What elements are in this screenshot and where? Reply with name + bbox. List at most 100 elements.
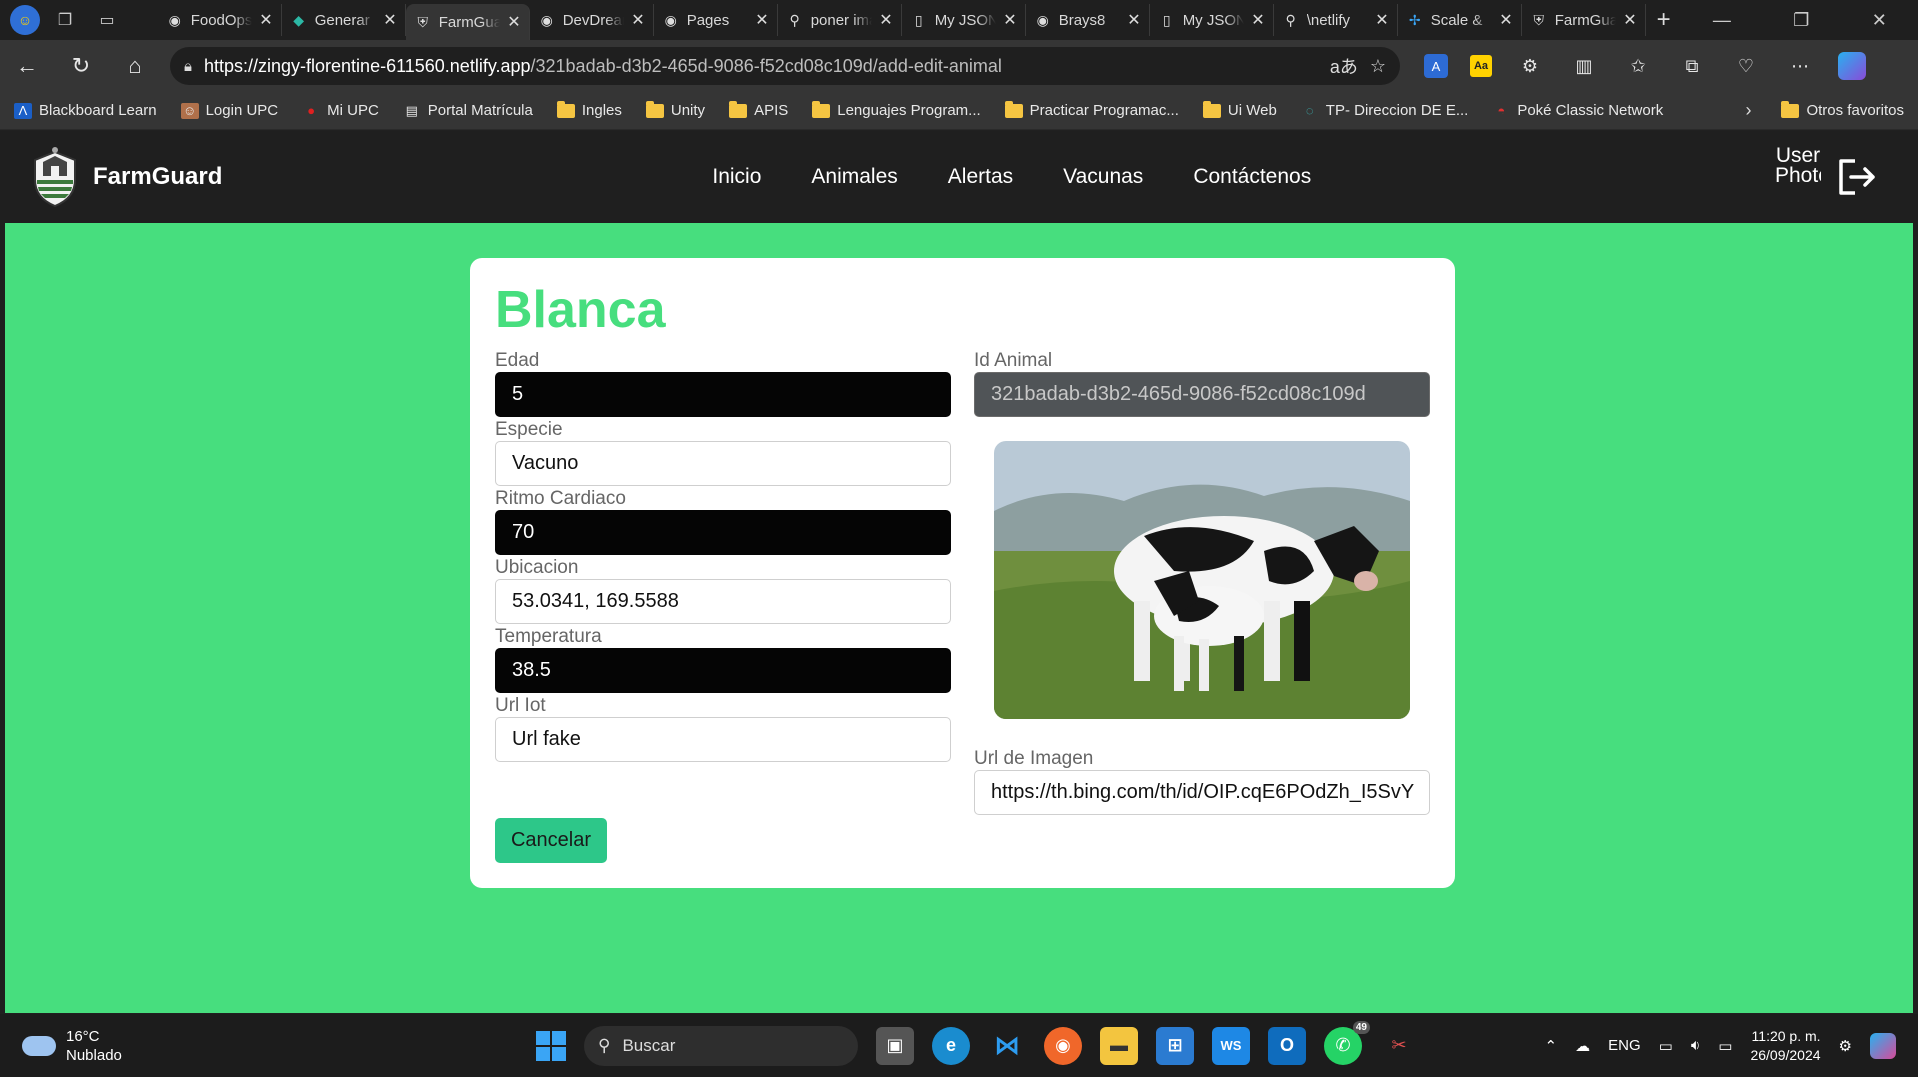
browser-tab[interactable]: ◉DevDream✕ xyxy=(530,4,654,36)
split-screen-icon[interactable]: ▥ xyxy=(1568,51,1600,81)
copilot-icon[interactable] xyxy=(1838,52,1866,80)
user-photo-avatar[interactable]: User Photo xyxy=(1775,146,1821,208)
copilot-taskbar-icon[interactable] xyxy=(1870,1032,1896,1059)
browser-tab[interactable]: ⚲ \netlify ✕ xyxy=(1274,4,1398,36)
notifications-icon[interactable]: ⚙ xyxy=(1839,1037,1852,1055)
performance-icon[interactable]: ♡ xyxy=(1730,51,1762,81)
nav-vacunas[interactable]: Vacunas xyxy=(1063,165,1143,189)
bookmark[interactable]: ▤ Portal Matrícula xyxy=(403,102,533,119)
bookmark-folder[interactable]: Lenguajes Program... xyxy=(812,100,981,119)
close-icon[interactable]: ✕ xyxy=(507,12,520,32)
whatsapp-icon[interactable]: ✆ 49 xyxy=(1324,1020,1370,1065)
edge-icon[interactable]: e xyxy=(932,1026,970,1065)
browser-tab-active[interactable]: ⛨FarmGuard✕ xyxy=(405,4,530,40)
nav-inicio[interactable]: Inicio xyxy=(712,165,761,189)
chevron-right-icon[interactable]: › xyxy=(1745,100,1751,121)
close-icon[interactable]: ✕ xyxy=(1499,10,1512,30)
close-icon[interactable]: ✕ xyxy=(383,10,396,30)
close-icon[interactable]: ✕ xyxy=(879,10,892,30)
browser-tab[interactable]: ⚲poner imagen✕ xyxy=(778,4,902,36)
close-icon[interactable]: ✕ xyxy=(1127,10,1140,30)
outlook-icon[interactable]: O xyxy=(1268,1026,1306,1065)
profile-avatar-icon[interactable]: ☺ xyxy=(10,5,40,35)
bookmark[interactable]: ◓ Poké Classic Network xyxy=(1492,102,1663,119)
temperatura-input[interactable]: 38.5 xyxy=(495,648,951,693)
browser-tab[interactable]: ◉ FoodOps ✕ xyxy=(158,4,282,36)
taskbar-search[interactable]: ⚲ Buscar xyxy=(584,1025,858,1066)
restore-icon[interactable]: ❐ xyxy=(1793,10,1809,31)
workspaces-icon[interactable]: ❐ xyxy=(48,4,82,36)
clock[interactable]: 11:20 p. m. 26/09/2024 xyxy=(1750,1027,1820,1065)
bookmark[interactable]: ● Mi UPC xyxy=(302,102,379,119)
logout-icon[interactable] xyxy=(1835,157,1879,197)
onedrive-icon[interactable]: ☁ xyxy=(1575,1037,1590,1055)
new-tab-icon[interactable]: + xyxy=(1646,6,1682,34)
language-indicator[interactable]: ENG xyxy=(1608,1037,1641,1054)
bookmark[interactable]: ☺ Login UPC xyxy=(180,102,278,119)
browser-tab[interactable]: ◉ Brays8 ✕ xyxy=(1026,4,1150,36)
close-icon[interactable]: ✕ xyxy=(1251,10,1264,30)
refresh-icon[interactable]: ↻ xyxy=(54,53,108,79)
close-icon[interactable]: ✕ xyxy=(1375,10,1388,30)
browser-tab[interactable]: ✢ Scale & ✕ xyxy=(1398,4,1522,36)
back-icon[interactable]: ← xyxy=(0,53,54,79)
snipping-tool-icon[interactable]: ✂ xyxy=(1380,1027,1418,1065)
other-favorites[interactable]: Otros favoritos xyxy=(1781,100,1904,119)
url-text[interactable]: https://zingy-florentine-611560.netlify.… xyxy=(204,56,1318,77)
collections-icon[interactable]: ⧉ xyxy=(1676,51,1708,81)
nav-alertas[interactable]: Alertas xyxy=(948,165,1013,189)
close-icon[interactable]: ✕ xyxy=(1623,10,1636,30)
battery-icon[interactable]: ▭ xyxy=(1718,1037,1732,1055)
weather-widget[interactable]: 16°C Nublado xyxy=(22,1027,222,1065)
read-aloud-icon[interactable]: aあ xyxy=(1330,53,1358,79)
vscode-icon[interactable]: ⋈ xyxy=(988,1027,1026,1065)
dictionary-extension-icon[interactable]: Aa xyxy=(1470,55,1492,77)
chevron-up-icon[interactable]: ⌃ xyxy=(1545,1037,1558,1055)
browser-tab[interactable]: ▯ My JSON ✕ xyxy=(1150,4,1274,36)
file-explorer-icon[interactable]: ▬ xyxy=(1100,1026,1138,1065)
close-icon[interactable]: ✕ xyxy=(631,10,644,30)
browser-tab[interactable]: ⛨FarmGuard✕ xyxy=(1522,4,1646,36)
bookmark-folder[interactable]: Ingles xyxy=(556,100,622,119)
nav-contactenos[interactable]: Contáctenos xyxy=(1193,165,1311,189)
cancel-button[interactable]: Cancelar xyxy=(495,818,607,863)
vertical-tabs-icon[interactable]: ▭ xyxy=(90,4,124,36)
especie-input[interactable]: Vacuno xyxy=(495,441,951,486)
close-icon[interactable]: ✕ xyxy=(259,10,272,30)
extensions-icon[interactable]: ⚙ xyxy=(1514,51,1546,81)
volume-icon[interactable]: 🔉︎ xyxy=(1691,1037,1700,1054)
ritmo-cardiaco-input[interactable]: 70 xyxy=(495,510,951,555)
home-icon[interactable]: ⌂ xyxy=(108,53,162,79)
browser-tab[interactable]: ▯ My JSON ✕ xyxy=(902,4,1026,36)
lock-icon[interactable]: 🔒︎ xyxy=(184,58,192,75)
window-close-icon[interactable]: ✕ xyxy=(1872,10,1887,31)
ubicacion-input[interactable]: 53.0341, 169.5588 xyxy=(495,579,951,624)
bookmark-folder[interactable]: Ui Web xyxy=(1202,100,1277,119)
bookmark[interactable]: Λ Blackboard Learn xyxy=(14,102,157,119)
microsoft-store-icon[interactable]: ⊞ xyxy=(1156,1026,1194,1065)
url-imagen-input[interactable]: https://th.bing.com/th/id/OIP.cqE6POdZh_… xyxy=(974,770,1430,815)
task-view-icon[interactable]: ▣ xyxy=(876,1026,914,1065)
url-bar[interactable]: 🔒︎ https://zingy-florentine-611560.netli… xyxy=(170,47,1400,85)
bookmark-folder[interactable]: APIS xyxy=(729,100,788,119)
translate-icon[interactable]: A xyxy=(1424,54,1448,78)
network-icon[interactable]: ▭ xyxy=(1659,1037,1673,1055)
close-icon[interactable]: ✕ xyxy=(1003,10,1016,30)
brand[interactable]: FarmGuard xyxy=(31,146,222,208)
more-options-icon[interactable]: ⋯ xyxy=(1784,51,1816,81)
close-icon[interactable]: ✕ xyxy=(755,10,768,30)
nav-animales[interactable]: Animales xyxy=(811,165,897,189)
bookmark[interactable]: ◌ TP- Direccion DE E... xyxy=(1301,102,1468,119)
browser-tab[interactable]: ◆ Generar ✕ xyxy=(282,4,406,36)
minimize-icon[interactable]: — xyxy=(1713,10,1731,31)
webstorm-icon[interactable]: WS xyxy=(1212,1026,1250,1065)
edad-input[interactable]: 5 xyxy=(495,372,951,417)
favorite-star-icon[interactable]: ☆ xyxy=(1370,56,1386,77)
browser-tab[interactable]: ◉ Pages ✕ xyxy=(654,4,778,36)
favorites-icon[interactable]: ✩ xyxy=(1622,51,1654,81)
bookmark-folder[interactable]: Unity xyxy=(645,100,705,119)
windows-start-icon[interactable] xyxy=(536,1030,566,1061)
url-iot-input[interactable]: Url fake xyxy=(495,717,951,762)
firefox-icon[interactable]: ◉ xyxy=(1044,1026,1082,1065)
bookmark-folder[interactable]: Practicar Programac... xyxy=(1004,100,1179,119)
